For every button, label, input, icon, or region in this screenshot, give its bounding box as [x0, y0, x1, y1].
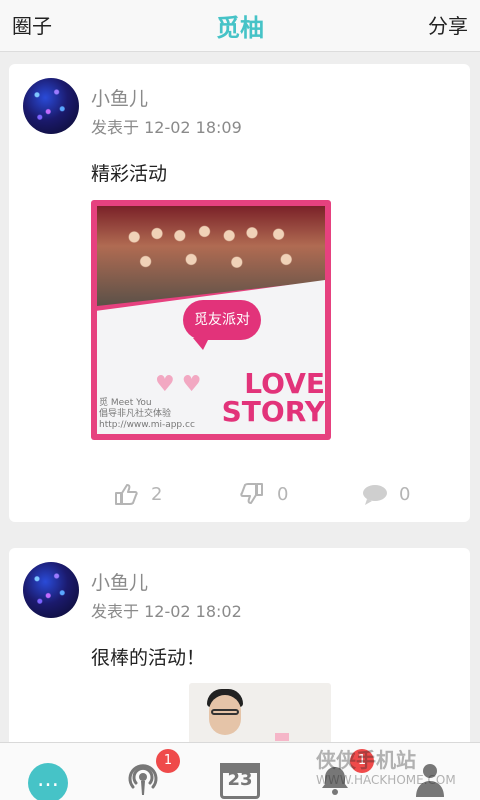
post-timestamp: 发表于 12-02 18:09: [91, 118, 242, 137]
comment-button[interactable]: 0: [361, 476, 410, 512]
tab-calendar[interactable]: 23: [200, 749, 280, 799]
dislike-button[interactable]: 0: [239, 476, 288, 512]
podcast-icon: [126, 763, 160, 797]
thumbs-up-icon: [113, 481, 139, 507]
post-actions: 2 0 0: [9, 476, 470, 512]
post-feed[interactable]: 小鱼儿 发表于 12-02 18:09 精彩活动 觅友派对 ♥ ♥ 觅 Meet…: [0, 52, 480, 742]
avatar[interactable]: [23, 562, 79, 618]
watermark: 侠侠手机站 WWW.HACKHOME.COM: [316, 744, 476, 798]
post-username[interactable]: 小鱼儿: [91, 84, 148, 111]
post-card[interactable]: 小鱼儿 发表于 12-02 18:09 精彩活动 觅友派对 ♥ ♥ 觅 Meet…: [9, 64, 470, 522]
post-image[interactable]: 觅友派对 ♥ ♥ 觅 Meet You 倡导非凡社交体验 http://www.…: [91, 200, 331, 440]
speech-bubble: 觅友派对: [183, 300, 261, 350]
comment-icon: [361, 481, 387, 507]
watermark-url: WWW.HACKHOME.COM: [316, 773, 456, 787]
flyer-meet-text: 觅 Meet You 倡导非凡社交体验 http://www.mi-app.cc: [99, 398, 195, 430]
post-username[interactable]: 小鱼儿: [91, 568, 148, 595]
calendar-icon: 23: [220, 763, 260, 799]
like-button[interactable]: 2: [113, 476, 162, 512]
comment-count: 0: [399, 483, 411, 505]
tab-chat[interactable]: …: [20, 749, 100, 800]
post-image[interactable]: [189, 683, 331, 742]
post-timestamp: 发表于 12-02 18:02: [91, 602, 242, 621]
love-story-text: LOVE STORY: [221, 367, 325, 428]
like-count: 2: [151, 483, 163, 505]
tab-broadcast[interactable]: 1: [100, 749, 180, 797]
post-text: 很棒的活动！: [91, 647, 206, 669]
top-bar: 圈子 觅柚 分享: [0, 0, 480, 52]
app-title: 觅柚: [216, 14, 264, 42]
notification-badge: 1: [156, 749, 180, 773]
dislike-count: 0: [277, 483, 289, 505]
share-button[interactable]: 分享: [428, 10, 468, 39]
thumbs-down-icon: [239, 481, 265, 507]
hearts-icon: ♥ ♥: [155, 372, 202, 397]
post-card[interactable]: 小鱼儿 发表于 12-02 18:02 很棒的活动！: [9, 548, 470, 742]
post-text: 精彩活动: [91, 163, 168, 185]
watermark-brand: 侠侠手机站: [316, 748, 416, 772]
chat-bubble-icon: …: [28, 763, 68, 800]
avatar[interactable]: [23, 78, 79, 134]
